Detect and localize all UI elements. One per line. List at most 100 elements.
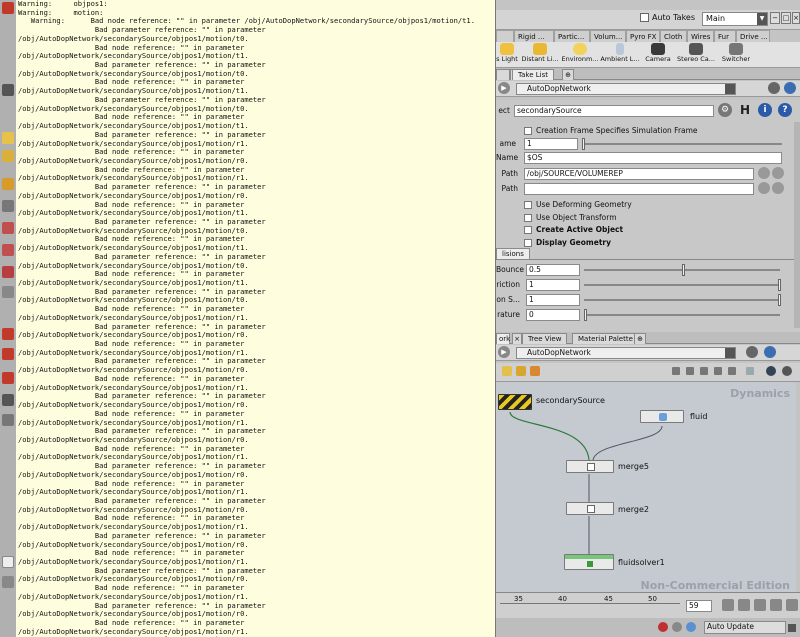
tab-network[interactable]: ork: [496, 333, 510, 344]
auto-takes-toggle[interactable]: Auto Takes: [640, 13, 695, 22]
timeline[interactable]: 35 40 45 50 59: [496, 592, 800, 618]
display-icon[interactable]: [2, 414, 14, 426]
pencil-icon[interactable]: [2, 150, 14, 162]
frame-slider-track[interactable]: [582, 143, 782, 145]
layout-icon[interactable]: [672, 367, 680, 375]
object-field[interactable]: secondarySource: [514, 105, 714, 117]
close-icon[interactable]: ×: [792, 12, 800, 24]
node-chooser-2-icon[interactable]: [758, 182, 770, 194]
param-path-field[interactable]: AutoDopNetwork: [516, 83, 736, 95]
tool-distant-light[interactable]: Distant Li...: [520, 42, 560, 68]
shelf-tab-cloth[interactable]: Cloth: [660, 30, 687, 42]
frame-slider-knob[interactable]: [582, 138, 585, 150]
temperature-slider-track[interactable]: [584, 314, 780, 316]
scale-icon[interactable]: [2, 266, 14, 278]
view-icon[interactable]: [2, 394, 14, 406]
node-fluidsolver1[interactable]: [564, 554, 614, 570]
node-merge2[interactable]: [566, 502, 614, 515]
param-scrollbar[interactable]: [794, 122, 800, 328]
help-icon[interactable]: ?: [778, 103, 792, 117]
use-object-transform-checkbox[interactable]: [524, 214, 532, 222]
pin-icon[interactable]: [768, 82, 780, 94]
transform-icon[interactable]: [2, 222, 14, 234]
create-active-checkbox[interactable]: [524, 226, 532, 234]
shelf-tab-pyrofx[interactable]: Pyro FX: [626, 30, 660, 42]
tool-environment-light[interactable]: Environm...: [560, 42, 600, 68]
snapshot-icon[interactable]: [2, 372, 14, 384]
shelf-tab-fur[interactable]: Fur: [714, 30, 736, 42]
home-icon[interactable]: [782, 366, 792, 376]
node-secondary-source[interactable]: [498, 394, 532, 410]
shelf-tab-wires[interactable]: Wires: [687, 30, 714, 42]
sticky-note-icon[interactable]: [2, 132, 14, 144]
keys-icon[interactable]: [738, 599, 750, 611]
minimize-icon[interactable]: −: [770, 12, 780, 24]
tab-collisions[interactable]: lisions: [496, 248, 530, 259]
friction-slider-knob[interactable]: [778, 279, 781, 291]
tab-close-2-icon[interactable]: ×: [512, 333, 522, 344]
shelf-tab-partial[interactable]: [496, 30, 514, 42]
tool-switcher[interactable]: Switcher: [716, 42, 756, 68]
maximize-icon[interactable]: □: [781, 12, 791, 24]
jump-to-2-icon[interactable]: [772, 182, 784, 194]
add-tab-2-icon[interactable]: ⊕: [634, 333, 646, 344]
shelf-tab-drive[interactable]: Drive ...: [736, 30, 770, 42]
tools-icon[interactable]: [530, 366, 540, 376]
tool-ambient-light[interactable]: Ambient L...: [600, 42, 640, 68]
path-dropdown-icon[interactable]: [725, 84, 735, 94]
forward-arrow-icon[interactable]: ▶: [498, 82, 510, 94]
auto-takes-checkbox[interactable]: [640, 13, 649, 22]
node-chooser-icon[interactable]: [758, 167, 770, 179]
range-icon[interactable]: [786, 599, 798, 611]
bounce-field[interactable]: 0.5: [526, 264, 580, 276]
friction-slider-track[interactable]: [584, 284, 780, 286]
sticky-icon[interactable]: [502, 366, 512, 376]
help-h-icon[interactable]: H: [738, 103, 752, 117]
zoom-icon[interactable]: [766, 366, 776, 376]
tab-partial[interactable]: [496, 69, 510, 80]
stop-icon[interactable]: [658, 622, 668, 632]
creation-frame-checkbox[interactable]: [524, 127, 532, 135]
link-icon[interactable]: [784, 82, 796, 94]
shelf-tab-particles[interactable]: Partic...: [554, 30, 590, 42]
display-geometry-checkbox[interactable]: [524, 239, 532, 247]
pin-2-icon[interactable]: [746, 346, 758, 358]
globe-icon[interactable]: [686, 622, 696, 632]
tab-material-palette[interactable]: Material Palette: [572, 333, 639, 344]
node-fluid[interactable]: [640, 410, 684, 423]
jump-to-icon[interactable]: [772, 167, 784, 179]
desktop-select[interactable]: Main ▼: [702, 12, 768, 26]
disk-icon[interactable]: [2, 576, 14, 588]
render-region-icon[interactable]: [2, 348, 14, 360]
console-window[interactable]: Warning: objpos1: Warning: motion: Warnin…: [16, 0, 496, 637]
grid-icon[interactable]: [746, 367, 754, 375]
dynamic-friction-field[interactable]: 1: [526, 294, 580, 306]
friction-field[interactable]: 1: [526, 279, 580, 291]
select-arrow-icon[interactable]: [2, 200, 14, 212]
temperature-field[interactable]: 0: [526, 309, 580, 321]
tab-take-list[interactable]: Take List: [512, 69, 554, 80]
gear-icon[interactable]: ⚙: [718, 103, 732, 117]
layout-4-icon[interactable]: [714, 367, 722, 375]
tool-light[interactable]: s Light: [496, 42, 518, 68]
temperature-slider-knob[interactable]: [584, 309, 587, 321]
rotate-icon[interactable]: [2, 244, 14, 256]
handle-icon[interactable]: [2, 286, 14, 298]
layout-5-icon[interactable]: [728, 367, 736, 375]
sound-icon[interactable]: [754, 599, 766, 611]
tab-tree-view[interactable]: Tree View: [522, 333, 568, 344]
layout-2-icon[interactable]: [686, 367, 694, 375]
render-status-icon[interactable]: [672, 622, 682, 632]
tool-stereo-camera[interactable]: Stereo Ca...: [676, 42, 716, 68]
forward-arrow-2-icon[interactable]: ▶: [498, 346, 510, 358]
playback-settings-icon[interactable]: [722, 599, 734, 611]
use-deforming-checkbox[interactable]: [524, 201, 532, 209]
current-frame-field[interactable]: 59: [686, 600, 712, 612]
info-icon[interactable]: i: [758, 103, 772, 117]
tool-camera[interactable]: Camera: [640, 42, 676, 68]
layout-3-icon[interactable]: [700, 367, 708, 375]
shelf-tab-volume[interactable]: Volum...: [590, 30, 626, 42]
gear-icon[interactable]: [2, 178, 14, 190]
path-dropdown-2-icon[interactable]: [725, 348, 735, 358]
update-dropdown-icon[interactable]: [788, 624, 796, 632]
